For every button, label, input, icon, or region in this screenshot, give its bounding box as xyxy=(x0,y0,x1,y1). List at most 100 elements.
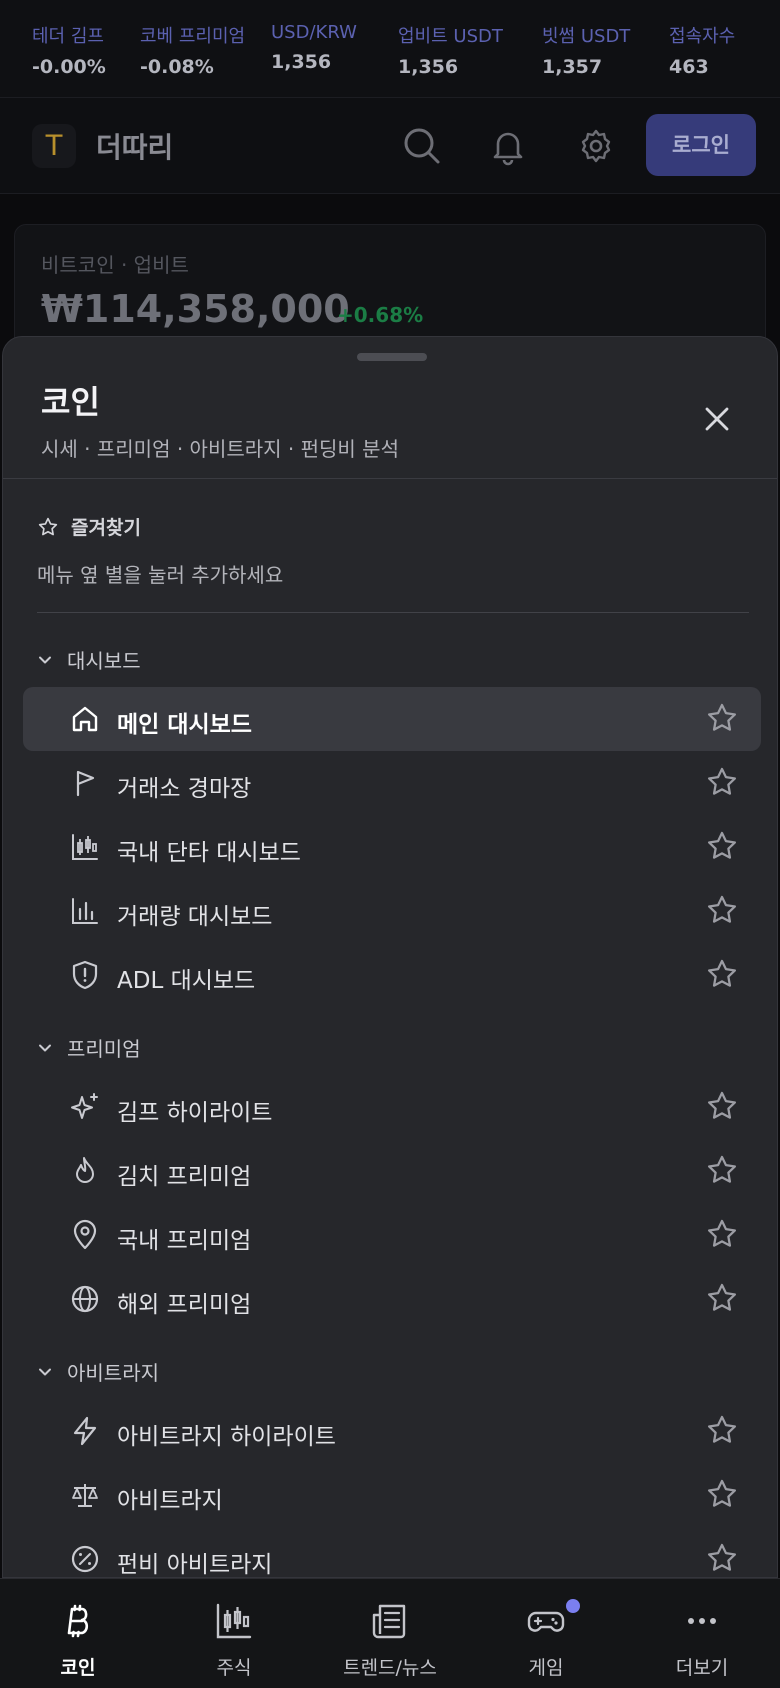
menu-item-kimp-highlight[interactable]: 김프 하이라이트 xyxy=(23,1075,761,1139)
menu-item-volume-dashboard[interactable]: 거래량 대시보드 xyxy=(23,879,761,943)
ticker-label: 테더 김프 xyxy=(32,26,104,47)
star-icon[interactable] xyxy=(705,1089,739,1123)
menu-item-label: 국내 단타 대시보드 xyxy=(117,840,301,866)
menu-item-domestic-premium[interactable]: 국내 프리미엄 xyxy=(23,1203,761,1267)
ticker-upbit-usdt[interactable]: 업비트 USDT 1,356 xyxy=(398,22,542,97)
menu-item-label: 거래소 경마장 xyxy=(117,776,252,802)
section-premium[interactable]: 프리미엄 xyxy=(37,1033,141,1062)
bell-icon[interactable] xyxy=(484,122,532,170)
favorites-title: 즐겨찾기 xyxy=(71,517,141,539)
star-icon[interactable] xyxy=(705,893,739,927)
star-icon[interactable] xyxy=(705,1153,739,1187)
ticker-value: 1,357 xyxy=(542,56,603,78)
gear-icon[interactable] xyxy=(572,122,620,170)
nav-trends-news[interactable]: 트렌드/뉴스 xyxy=(312,1579,468,1688)
nav-stock[interactable]: 주식 xyxy=(156,1579,312,1688)
chevron-down-icon xyxy=(39,1368,51,1375)
star-icon[interactable] xyxy=(705,1217,739,1251)
menu-item-label: 아비트라지 xyxy=(117,1488,223,1514)
star-icon[interactable] xyxy=(705,701,739,735)
map-pin-icon xyxy=(73,1219,97,1250)
section-dashboard[interactable]: 대시보드 xyxy=(37,645,141,674)
menu-item-exchange-race[interactable]: 거래소 경마장 xyxy=(23,751,761,815)
menu-item-funding-arbitrage[interactable]: 펀비 아비트라지 xyxy=(23,1527,761,1577)
ticker-value: 463 xyxy=(669,56,709,78)
star-icon[interactable] xyxy=(705,957,739,991)
menu-item-arbitrage-highlight[interactable]: 아비트라지 하이라이트 xyxy=(23,1399,761,1463)
globe-icon xyxy=(71,1285,99,1313)
nav-more[interactable]: 더보기 xyxy=(624,1579,780,1688)
menu-item-label: 김치 프리미엄 xyxy=(117,1164,252,1190)
menu-item-main-dashboard[interactable]: 메인 대시보드 xyxy=(23,687,761,751)
ticker-bithumb-usdt[interactable]: 빗썸 USDT 1,357 xyxy=(542,22,669,97)
ticker-tether-kimp[interactable]: 테더 김프 -0.00% xyxy=(32,22,140,97)
sheet-drag-handle[interactable] xyxy=(357,353,427,361)
star-icon[interactable] xyxy=(705,1281,739,1315)
menu-item-kimchi-premium[interactable]: 김치 프리미엄 xyxy=(23,1139,761,1203)
ticker-label: 접속자수 xyxy=(669,26,736,47)
ticker-usd-krw[interactable]: USD/KRW 1,356 xyxy=(271,22,398,97)
star-icon[interactable] xyxy=(705,1477,739,1511)
menu-item-domestic-scalping-dashboard[interactable]: 국내 단타 대시보드 xyxy=(23,815,761,879)
divider xyxy=(37,612,749,613)
star-icon[interactable] xyxy=(705,829,739,863)
brand-name[interactable]: 더따리 xyxy=(96,126,173,166)
ticker-label: USD/KRW xyxy=(271,22,357,43)
btc-price: ₩114,358,000 xyxy=(41,287,350,331)
bottom-nav: 코인 주식 트렌드/뉴스 게임 더보기 xyxy=(0,1578,780,1688)
menu-item-label: 해외 프리미엄 xyxy=(117,1292,252,1318)
nav-label: 주식 xyxy=(216,1657,252,1679)
flag-icon xyxy=(76,770,95,797)
star-icon[interactable] xyxy=(705,765,739,799)
logo[interactable]: T xyxy=(32,124,76,168)
app-header: T 더따리 로그인 xyxy=(0,98,780,194)
menu-item-adl-dashboard[interactable]: ADL 대시보드 xyxy=(23,943,761,1007)
sparkles-icon xyxy=(71,1093,98,1119)
price-card[interactable]: 비트코인 · 업비트 ₩114,358,000 +0.68% xyxy=(14,224,766,354)
sheet-title: 코인 xyxy=(41,383,100,421)
shield-alert-icon xyxy=(72,960,98,990)
coin-menu-sheet: 코인 시세 · 프리미엄 · 아비트라지 · 펀딩비 분석 즐겨찾기 메뉴 옆 … xyxy=(2,336,778,1578)
menu-item-label: 메인 대시보드 xyxy=(117,712,252,738)
percent-circle-icon xyxy=(71,1545,99,1573)
ticker-label: 코베 프리미엄 xyxy=(140,26,246,47)
favorites-header: 즐겨찾기 xyxy=(37,513,141,540)
ticker-label: 빗썸 USDT xyxy=(542,26,631,47)
chevron-down-icon xyxy=(39,656,51,663)
menu-item-label: 거래량 대시보드 xyxy=(117,904,273,930)
menu-item-overseas-premium[interactable]: 해외 프리미엄 xyxy=(23,1267,761,1331)
ticker-value: -0.08% xyxy=(140,56,214,78)
ticker-visitors[interactable]: 접속자수 463 xyxy=(669,22,759,97)
login-button[interactable]: 로그인 xyxy=(646,114,756,176)
close-icon[interactable] xyxy=(697,399,737,439)
gamepad-icon xyxy=(527,1611,565,1632)
nav-label: 더보기 xyxy=(675,1657,729,1679)
more-icon xyxy=(688,1618,716,1624)
bar-chart-icon xyxy=(72,898,98,924)
nav-coin[interactable]: 코인 xyxy=(0,1579,156,1688)
nav-label: 코인 xyxy=(60,1657,96,1679)
sheet-subtitle: 시세 · 프리미엄 · 아비트라지 · 펀딩비 분석 xyxy=(41,437,399,461)
bitcoin-icon xyxy=(67,1604,89,1638)
star-outline-icon xyxy=(38,517,58,535)
section-arbitrage[interactable]: 아비트라지 xyxy=(37,1357,159,1386)
star-icon[interactable] xyxy=(705,1413,739,1447)
menu-item-arbitrage[interactable]: 아비트라지 xyxy=(23,1463,761,1527)
price-card-subtitle: 비트코인 · 업비트 xyxy=(41,253,189,277)
ticker-coinbase-premium[interactable]: 코베 프리미엄 -0.08% xyxy=(140,22,271,97)
star-icon[interactable] xyxy=(705,1541,739,1575)
menu-item-label: 아비트라지 하이라이트 xyxy=(117,1424,336,1450)
nav-label: 트렌드/뉴스 xyxy=(343,1657,437,1679)
divider xyxy=(3,478,777,479)
section-label: 프리미엄 xyxy=(67,1037,141,1061)
ticker-bar: 테더 김프 -0.00% 코베 프리미엄 -0.08% USD/KRW 1,35… xyxy=(0,0,780,98)
nav-game[interactable]: 게임 xyxy=(468,1579,624,1688)
nav-label: 게임 xyxy=(528,1657,564,1679)
scale-icon xyxy=(72,1484,98,1507)
search-icon[interactable] xyxy=(398,122,446,170)
menu-item-label: 국내 프리미엄 xyxy=(117,1228,252,1254)
chevron-down-icon xyxy=(39,1044,51,1051)
favorites-hint: 메뉴 옆 별을 눌러 추가하세요 xyxy=(37,563,284,587)
candlestick-icon xyxy=(72,834,98,860)
section-label: 아비트라지 xyxy=(67,1361,159,1385)
